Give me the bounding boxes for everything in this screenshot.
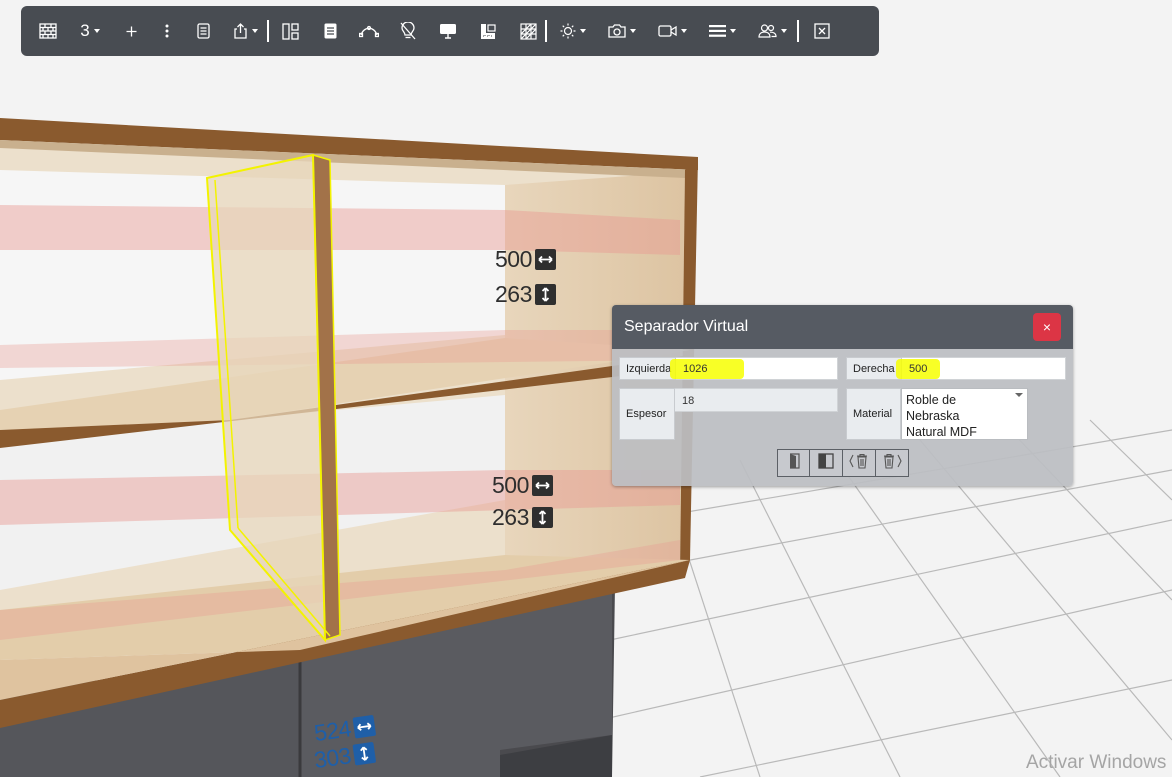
- video-camera-icon[interactable]: [655, 13, 689, 49]
- thickness-input[interactable]: 18: [675, 388, 838, 412]
- material-line-1: Roble de: [906, 393, 957, 407]
- right-field-group: Derecha 500: [846, 357, 1066, 380]
- ruler-icon[interactable]: [477, 13, 499, 49]
- left-field-group: Izquierda 1026: [619, 357, 838, 380]
- door-left-icon: [787, 452, 801, 474]
- document-icon[interactable]: [193, 13, 213, 49]
- material-select[interactable]: Roble de Nebraska Natural MDF: [901, 388, 1028, 440]
- left-input-value: 1026: [683, 362, 708, 375]
- left-label: Izquierda: [619, 357, 676, 380]
- horizontal-arrows-icon: [531, 475, 553, 496]
- page-icon[interactable]: [319, 13, 341, 49]
- close-square-icon[interactable]: [811, 13, 833, 49]
- upper-width-dimension: 500: [495, 246, 556, 273]
- delete-right-icon: [882, 453, 902, 474]
- material-field-group: Material Roble de Nebraska Natural MDF: [846, 388, 1028, 440]
- caret-down-icon: [251, 29, 258, 33]
- material-line-2: Nebraska: [906, 409, 960, 423]
- monitor-icon[interactable]: [437, 13, 459, 49]
- vertical-arrows-icon: [352, 741, 377, 766]
- lower-height-value: 263: [492, 504, 529, 530]
- panel-half-icon: [818, 452, 834, 474]
- base-height-value: 303: [312, 742, 353, 774]
- grid-pattern-icon[interactable]: [517, 13, 539, 49]
- dialog-close-button[interactable]: ×: [1033, 313, 1061, 341]
- toolbar-separator: [267, 20, 269, 42]
- layout-icon[interactable]: [279, 13, 301, 49]
- right-label: Derecha: [846, 357, 902, 380]
- delete-left-icon: [849, 453, 869, 474]
- dialog-title: Separador Virtual: [624, 318, 749, 335]
- view-count-value: 3: [80, 21, 90, 40]
- dialog-actions: [777, 449, 909, 477]
- toolbar-separator: [797, 20, 799, 42]
- right-input[interactable]: 500: [896, 357, 1066, 380]
- delete-left-button[interactable]: [843, 449, 876, 477]
- caret-down-icon: [780, 29, 787, 33]
- virtual-separator-dialog: Separador Virtual × Izquierda 1026 Derec…: [612, 305, 1073, 486]
- left-input[interactable]: 1026: [670, 357, 838, 380]
- thickness-input-value: 18: [682, 395, 695, 407]
- windows-activation-watermark: Activar Windows: [1026, 752, 1167, 773]
- upper-height-dimension: 263: [495, 281, 556, 308]
- view-count-dropdown[interactable]: 3: [79, 13, 101, 49]
- lower-width-dimension: 500: [492, 472, 553, 499]
- caret-down-icon: [729, 29, 736, 33]
- lower-height-dimension: 263: [492, 504, 553, 531]
- lightbulb-off-icon[interactable]: [397, 13, 419, 49]
- share-export-icon[interactable]: [229, 13, 261, 49]
- vertical-arrows-icon: [531, 507, 553, 528]
- material-label: Material: [846, 388, 901, 440]
- main-toolbar: 3: [21, 6, 879, 56]
- horizontal-arrows-icon: [352, 714, 377, 739]
- right-input-value: 500: [909, 362, 928, 375]
- caret-down-icon: [680, 29, 687, 33]
- plus-icon[interactable]: [121, 13, 141, 49]
- sun-icon[interactable]: [557, 13, 589, 49]
- material-line-3: Natural MDF: [906, 425, 977, 439]
- brick-wall-icon[interactable]: [37, 13, 59, 49]
- thickness-label: Espesor: [619, 388, 675, 440]
- delete-right-button[interactable]: [876, 449, 909, 477]
- upper-width-value: 500: [495, 246, 532, 272]
- bezier-curve-icon[interactable]: [357, 13, 381, 49]
- vertical-dots-icon[interactable]: [157, 13, 177, 49]
- camera-icon[interactable]: [605, 13, 639, 49]
- caret-down-icon: [580, 29, 586, 33]
- panel-half-button[interactable]: [810, 449, 843, 477]
- upper-height-value: 263: [495, 281, 532, 307]
- dropdown-arrow-icon: [1015, 393, 1023, 397]
- thickness-field-group: Espesor 18: [619, 388, 838, 440]
- caret-down-icon: [630, 29, 636, 33]
- users-icon[interactable]: [755, 13, 789, 49]
- toolbar-separator: [545, 20, 547, 42]
- vertical-arrows-icon: [534, 284, 556, 305]
- list-lines-icon[interactable]: [705, 13, 739, 49]
- dialog-header: Separador Virtual ×: [612, 305, 1073, 349]
- door-left-button[interactable]: [777, 449, 810, 477]
- horizontal-arrows-icon: [534, 249, 556, 270]
- lower-width-value: 500: [492, 472, 529, 498]
- caret-down-icon: [93, 29, 100, 33]
